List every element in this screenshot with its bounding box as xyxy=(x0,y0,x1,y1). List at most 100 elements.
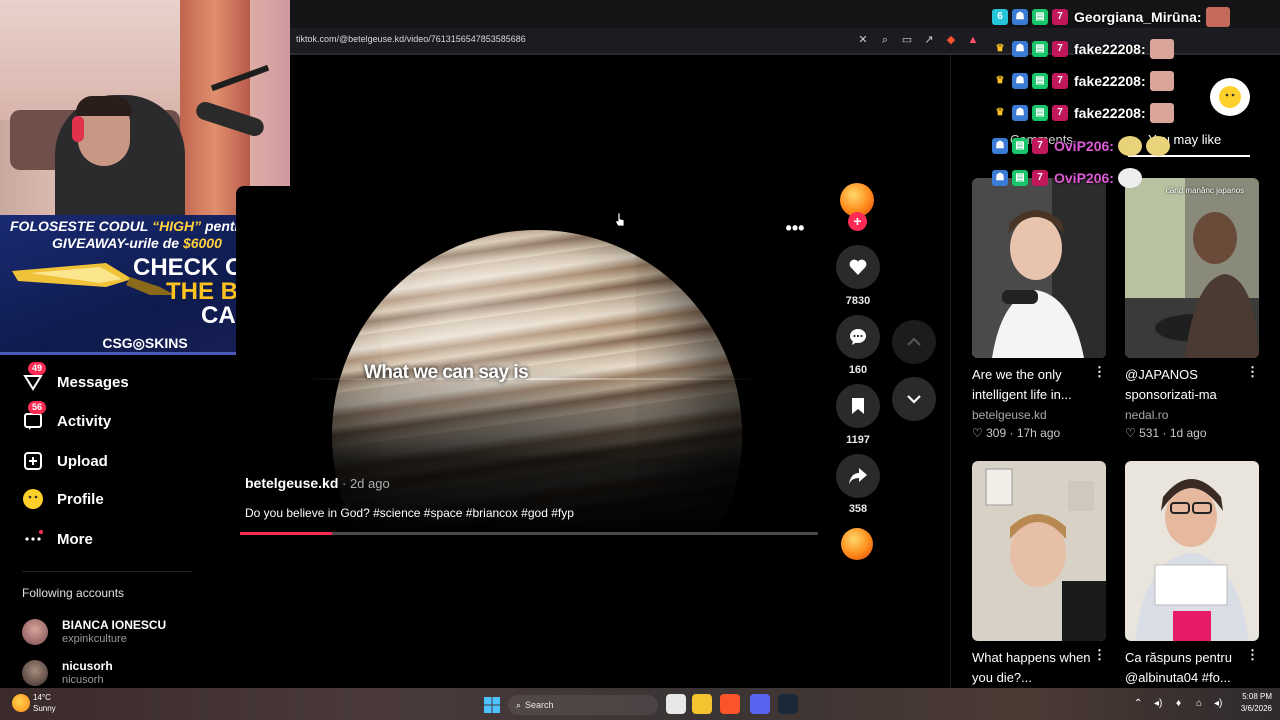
comment-button[interactable] xyxy=(836,315,880,359)
windows-start-icon[interactable] xyxy=(484,697,500,713)
sidebar-item-profile[interactable]: Profile xyxy=(22,487,104,511)
tray-mic-icon[interactable]: ♦ xyxy=(1176,698,1181,709)
video-more-options-button[interactable]: ••• xyxy=(783,219,807,242)
video-author[interactable]: betelgeuse.kd xyxy=(245,475,338,491)
following-account-handle: nicusorh xyxy=(62,674,104,686)
tray-speaker-icon[interactable]: ◂) xyxy=(1214,698,1222,709)
following-account-item[interactable]: BIANCA IONESCU expinkculture xyxy=(22,618,166,646)
tray-network-icon[interactable]: ⌂ xyxy=(1196,698,1202,709)
clock-time[interactable]: 5:08 PM xyxy=(1232,692,1272,701)
smiley-icon xyxy=(1219,86,1241,108)
browser-toolbar: ✕ ⌕ ▭ ↗ ◆ ▲ xyxy=(856,33,980,47)
url-text[interactable]: tiktok.com/@betelgeuse.kd/video/76131565… xyxy=(296,34,526,44)
save-button[interactable] xyxy=(836,384,880,428)
heart-outline-icon: ♡ xyxy=(1125,426,1136,440)
video-player[interactable]: What we can say is betelgeuse.kd · 2d ag… xyxy=(236,186,820,536)
clock-date[interactable]: 3/6/2026 xyxy=(1228,704,1272,713)
chat-message: ♛ ☗ ▤ 7 fake22208: xyxy=(992,71,1174,91)
recommended-title[interactable]: Ca răspuns pentru @albinuta04 #fo... xyxy=(1125,648,1245,688)
recommended-thumbnail[interactable] xyxy=(972,178,1106,358)
recommended-meta: ♡ 309 · 17h ago xyxy=(972,426,1061,440)
chat-message: ☗ ▤ 7 OviP206: xyxy=(992,168,1142,188)
share-icon[interactable]: ↗ xyxy=(922,33,936,47)
recommended-author[interactable]: nedal.ro xyxy=(1125,408,1168,422)
thumbnail-person xyxy=(1125,178,1259,358)
chat-emote xyxy=(1117,168,1142,188)
sidebar-item-upload[interactable]: Upload xyxy=(22,449,108,473)
recommended-age: 17h ago xyxy=(1016,426,1061,440)
recommended-more-button[interactable]: ⋮ xyxy=(1093,364,1106,380)
tray-volume-icon[interactable]: ◂) xyxy=(1154,698,1162,709)
recommended-thumbnail[interactable]: când manânc japanos xyxy=(1125,178,1259,358)
recommended-title[interactable]: @JAPANOS sponsorizati-ma xyxy=(1125,365,1245,405)
next-video-button[interactable] xyxy=(892,377,936,421)
task-view-icon[interactable] xyxy=(666,694,686,714)
promo-amount: $6000 xyxy=(182,235,222,251)
recommended-more-button[interactable]: ⋮ xyxy=(1093,647,1106,663)
follow-button[interactable]: + xyxy=(848,212,867,231)
emoji-button[interactable] xyxy=(1210,78,1250,116)
sidebar-item-label: Activity xyxy=(57,412,112,430)
promo-line-1: FOLOSESTE CODUL “HIGH” pentru xyxy=(10,218,249,234)
7tv-badge-icon: 7 xyxy=(1052,105,1068,121)
chat-username: Georgiana_Mirūna: xyxy=(1074,9,1202,25)
sidebar-item-activity[interactable]: 56 Activity xyxy=(22,401,112,433)
weather-temperature[interactable]: 14°C xyxy=(33,693,51,702)
recommended-author[interactable]: betelgeuse.kd xyxy=(972,408,1047,422)
recommended-title[interactable]: Are we the only intelligent life in... xyxy=(972,365,1092,405)
recommended-title[interactable]: What happens when you die?... xyxy=(972,648,1092,688)
recommended-more-button[interactable]: ⋮ xyxy=(1246,364,1259,380)
share-arrow-icon xyxy=(849,468,867,484)
rewards-icon[interactable]: ▲ xyxy=(966,33,980,47)
recommended-more-button[interactable]: ⋮ xyxy=(1246,647,1259,663)
recommended-meta: ♡ 531 · 1d ago xyxy=(1125,426,1207,440)
bot-badge-icon: ☗ xyxy=(1012,41,1028,57)
bot-badge-icon: ☗ xyxy=(1012,105,1028,121)
music-disc[interactable] xyxy=(841,528,873,560)
like-count: 7830 xyxy=(845,295,871,307)
chevron-up-icon xyxy=(907,337,921,346)
file-explorer-icon[interactable] xyxy=(692,694,712,714)
chat-message: ♛ ☗ ▤ 7 fake22208: xyxy=(992,39,1174,59)
recommended-thumbnail[interactable] xyxy=(1125,461,1259,641)
previous-video-button[interactable] xyxy=(892,320,936,364)
more-icon xyxy=(22,528,44,550)
upload-icon xyxy=(22,450,44,472)
gift-badge-icon: ▤ xyxy=(1032,73,1048,89)
taskbar-search[interactable]: ⌕ Search xyxy=(508,695,658,715)
video-progress-fill xyxy=(240,532,333,535)
zoom-icon[interactable]: ⌕ xyxy=(878,33,892,47)
chat-emote xyxy=(1149,103,1174,123)
chat-username: OviP206: xyxy=(1054,138,1114,154)
recommended-likes: 309 xyxy=(986,426,1007,440)
screenshot-icon[interactable]: ▭ xyxy=(900,33,914,47)
gift-badge-icon: ▤ xyxy=(1032,9,1048,25)
video-post-time: 2d ago xyxy=(349,476,390,491)
sidebar-item-more[interactable]: More xyxy=(22,527,93,551)
discord-icon[interactable] xyxy=(750,694,770,714)
chat-emote xyxy=(1205,7,1230,27)
video-description[interactable]: Do you believe in God? #science #space #… xyxy=(245,506,574,520)
like-button[interactable] xyxy=(836,245,880,289)
weather-sun-icon[interactable] xyxy=(12,694,30,712)
brave-browser-icon[interactable] xyxy=(720,694,740,714)
mute-icon[interactable]: ✕ xyxy=(856,33,870,47)
weather-description[interactable]: Sunny xyxy=(33,704,56,713)
recommended-thumbnail[interactable] xyxy=(972,461,1106,641)
thumbnail-person xyxy=(1125,461,1259,641)
crown-icon: ♛ xyxy=(995,75,1005,86)
gift-badge-icon: ▤ xyxy=(1012,170,1028,186)
comment-count: 160 xyxy=(848,364,868,376)
steam-icon[interactable] xyxy=(778,694,798,714)
7tv-badge-icon: 7 xyxy=(1052,73,1068,89)
tray-chevron-up-icon[interactable]: ⌃ xyxy=(1134,698,1142,709)
sidebar-item-messages[interactable]: 49 Messages xyxy=(22,362,129,394)
chat-emote xyxy=(1149,71,1174,91)
7tv-badge-icon: 7 xyxy=(1032,170,1048,186)
brave-shield-icon[interactable]: ◆ xyxy=(944,33,958,47)
following-account-item[interactable]: nicusorh nicusorh xyxy=(22,659,113,687)
headphones xyxy=(72,116,84,142)
crown-icon: ♛ xyxy=(995,107,1005,118)
share-button[interactable] xyxy=(836,454,880,498)
promo-code: “HIGH” xyxy=(152,218,202,234)
